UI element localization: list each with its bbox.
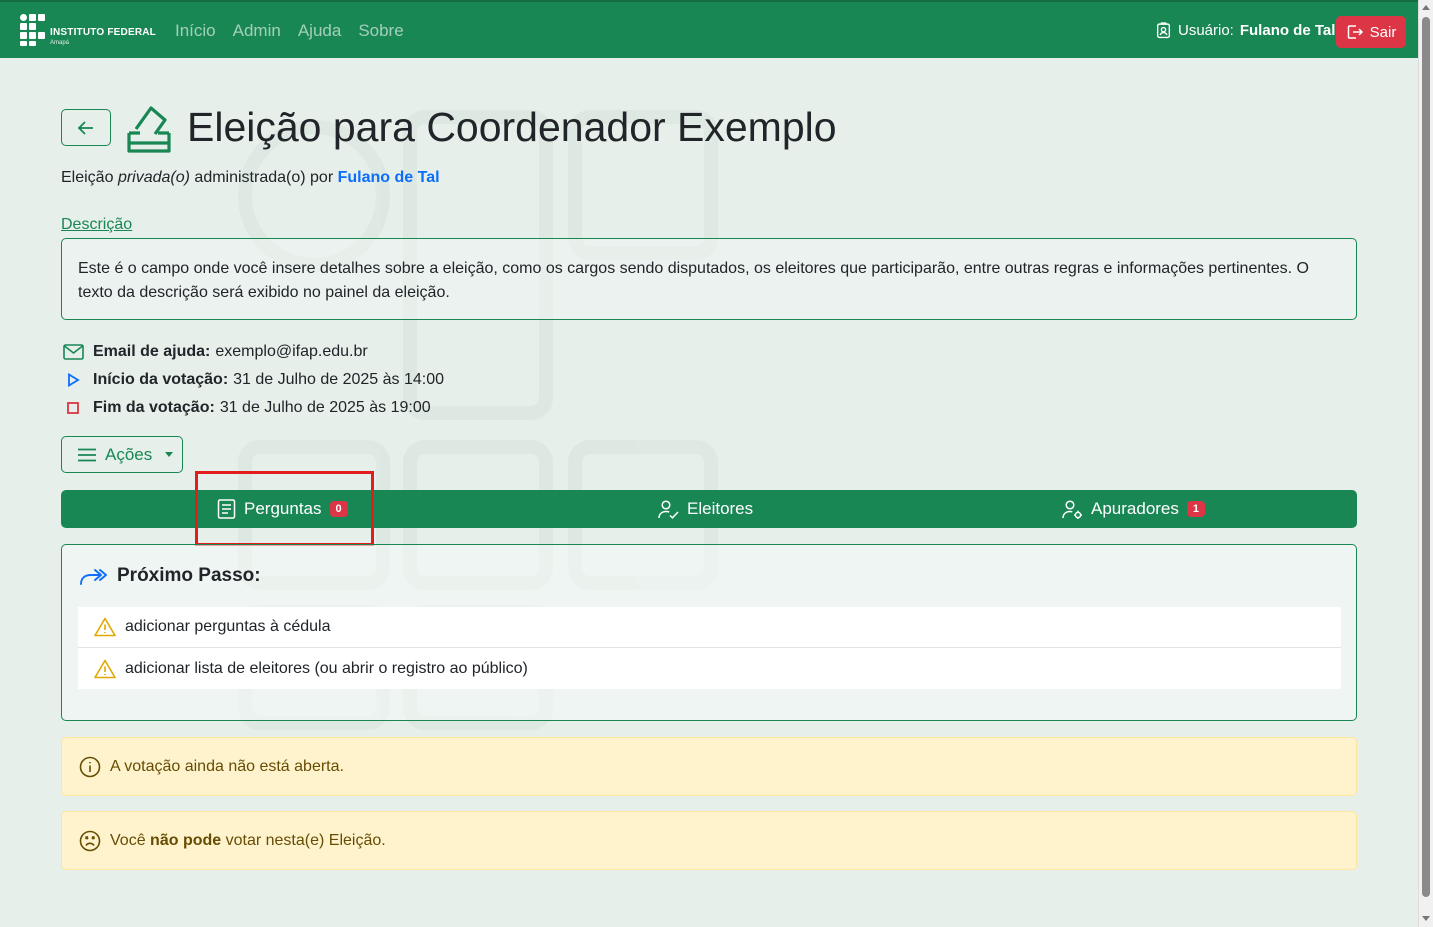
voting-not-open-text: A votação ainda não está aberta.	[110, 757, 344, 775]
page-scrollbar[interactable]	[1418, 0, 1433, 927]
next-step-item-label: adicionar perguntas à cédula	[125, 618, 331, 635]
user-check-icon	[658, 499, 679, 519]
scroll-down-arrow-icon[interactable]	[1422, 916, 1430, 921]
tab-voters-label: Eleitores	[687, 499, 754, 518]
nav-link-sobre[interactable]: Sobre	[358, 21, 403, 41]
nav-link-ajuda[interactable]: Ajuda	[298, 21, 341, 41]
top-navbar: INSTITUTO FEDERAL Amapá Início Admin Aju…	[0, 0, 1418, 58]
voting-start-item: Início da votação: 31 de Julho de 2025 à…	[62, 366, 444, 394]
logout-label: Sair	[1369, 23, 1397, 41]
voting-start-value: 31 de Julho de 2025 às 14:00	[233, 371, 444, 388]
nav-link-admin[interactable]: Admin	[233, 21, 281, 41]
voting-start-label: Início da votação:	[93, 371, 229, 388]
ballot-box-icon	[127, 106, 171, 153]
sad-face-icon	[79, 830, 101, 851]
subtitle-mid: administrada(o) por	[194, 169, 334, 186]
logo-subtitle: Amapá	[50, 40, 70, 46]
next-step-item-label: adicionar lista de eleitores (ou abrir o…	[125, 659, 528, 677]
actions-label: Ações	[105, 444, 153, 464]
next-step-title: Próximo Passo:	[117, 565, 261, 586]
highlight-box	[195, 471, 374, 546]
cannot-vote-alert: Você não pode votar nesta(e) Eleição.	[61, 811, 1357, 870]
info-circle-icon	[79, 756, 101, 777]
election-subtitle: Eleição privada(o) administrada(o) por F…	[61, 169, 440, 187]
next-step-panel: Próximo Passo: adicionar perguntas à céd…	[61, 544, 1357, 721]
trustees-count-badge: 1	[1186, 501, 1206, 517]
election-info-list: Email de ajuda: exemplo@ifap.edu.br Iníc…	[62, 338, 444, 422]
voting-end-value: 31 de Julho de 2025 às 19:00	[219, 399, 431, 416]
next-step-header: Próximo Passo:	[79, 565, 261, 587]
voting-end-label: Fim da votação:	[93, 399, 215, 416]
next-step-list: adicionar perguntas à cédula adicionar l…	[78, 607, 1341, 689]
description-link[interactable]: Descrição	[61, 216, 132, 234]
voting-not-open-alert: A votação ainda não está aberta.	[61, 737, 1357, 796]
forward-arrows-icon	[80, 569, 107, 585]
voting-end-item: Fim da votação: 31 de Julho de 2025 às 1…	[62, 394, 444, 422]
tab-trustees-label: Apuradores	[1091, 499, 1179, 518]
chevron-down-icon	[165, 452, 174, 457]
ifap-logo[interactable]: INSTITUTO FEDERAL Amapá	[20, 14, 156, 48]
logout-button[interactable]: Sair	[1336, 16, 1406, 48]
help-email-value: exemplo@ifap.edu.br	[215, 343, 368, 360]
stop-icon	[67, 402, 79, 414]
user-badge-icon	[1156, 22, 1171, 39]
scroll-up-arrow-icon[interactable]	[1422, 5, 1430, 10]
logo-title: INSTITUTO FEDERAL	[50, 27, 156, 38]
scrollbar-thumb[interactable]	[1422, 17, 1430, 897]
back-button[interactable]	[61, 109, 111, 146]
play-icon	[68, 373, 80, 387]
user-gear-icon	[1062, 499, 1082, 519]
description-box: Este é o campo onde você insere detalhes…	[61, 238, 1357, 320]
nav-link-inicio[interactable]: Início	[175, 21, 216, 41]
logout-icon	[1347, 25, 1363, 39]
admin-link[interactable]: Fulano de Tal	[338, 169, 440, 186]
list-item: adicionar perguntas à cédula	[78, 607, 1341, 648]
tab-voters[interactable]: Eleitores	[658, 490, 753, 528]
cannot-vote-text: Você não pode votar nesta(e) Eleição.	[110, 831, 386, 849]
arrow-left-icon	[77, 120, 93, 135]
logo-grid-icon	[20, 14, 46, 46]
actions-dropdown-button[interactable]: Ações	[61, 436, 183, 473]
tab-trustees[interactable]: Apuradores 1	[1062, 490, 1206, 528]
list-item: adicionar lista de eleitores (ou abrir o…	[78, 648, 1341, 689]
user-label: Usuário:	[1178, 22, 1234, 39]
warning-icon	[94, 659, 116, 678]
hamburger-menu-icon	[78, 448, 96, 461]
user-info: Usuário: Fulano de Tal	[1155, 22, 1335, 39]
warning-icon	[94, 617, 116, 637]
subtitle-prefix: Eleição	[61, 169, 114, 186]
user-name: Fulano de Tal	[1239, 22, 1336, 39]
help-email-label: Email de ajuda:	[93, 343, 211, 360]
envelope-icon	[62, 344, 84, 360]
election-type: privada(o)	[117, 169, 190, 186]
page-title: Eleição para Coordenador Exemplo	[187, 104, 837, 150]
help-email-item: Email de ajuda: exemplo@ifap.edu.br	[62, 338, 444, 366]
